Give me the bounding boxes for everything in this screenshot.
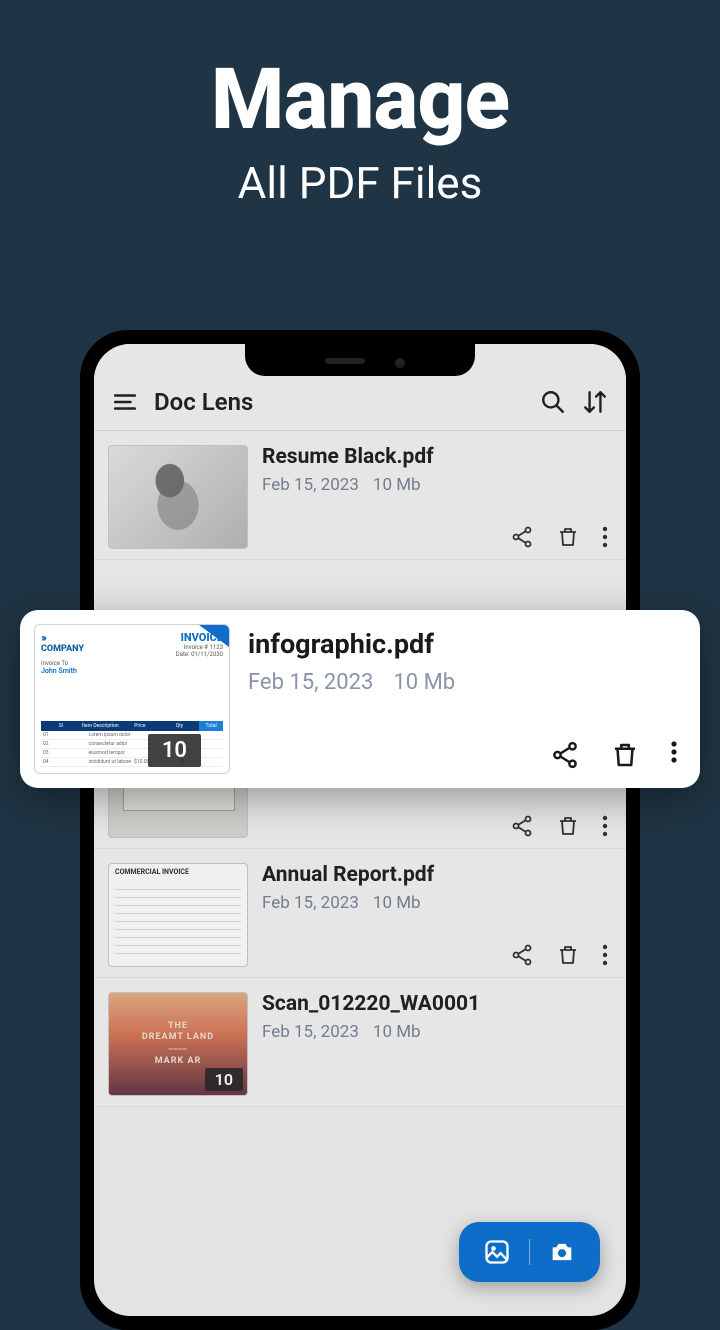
hero-title: Manage bbox=[0, 50, 720, 149]
share-icon[interactable] bbox=[550, 740, 580, 770]
app-title: Doc Lens bbox=[154, 388, 524, 416]
file-thumbnail bbox=[108, 445, 248, 549]
file-date: Feb 15, 2023 bbox=[248, 670, 373, 695]
file-item[interactable]: Resume Black.pdf Feb 15, 2023 10 Mb bbox=[94, 431, 626, 560]
file-name: infographic.pdf bbox=[248, 628, 686, 660]
menu-icon[interactable] bbox=[112, 389, 138, 415]
trash-icon[interactable] bbox=[556, 943, 580, 967]
thumb-text: MARK AR bbox=[142, 1056, 214, 1068]
fab-separator bbox=[529, 1239, 530, 1265]
trash-icon[interactable] bbox=[610, 740, 640, 770]
file-thumbnail: THE DREAMT LAND ━━━━ MARK AR 10 bbox=[108, 992, 248, 1096]
phone-frame: Doc Lens Resume Black.pdf Feb 15, 2023 1… bbox=[80, 330, 640, 1330]
gallery-icon[interactable] bbox=[483, 1238, 511, 1266]
fab-scanner[interactable] bbox=[459, 1222, 600, 1282]
file-item-highlighted[interactable]: COMPANY INVOICE Invoice # 1123 Date: 01/… bbox=[20, 610, 700, 788]
file-date: Feb 15, 2023 bbox=[262, 893, 359, 913]
file-name: Scan_012220_WA0001 bbox=[262, 992, 612, 1016]
phone-notch bbox=[245, 344, 475, 376]
sort-icon[interactable] bbox=[582, 389, 608, 415]
share-icon[interactable] bbox=[510, 943, 534, 967]
page-count-badge: 10 bbox=[148, 734, 201, 767]
search-icon[interactable] bbox=[540, 389, 566, 415]
file-meta: Feb 15, 2023 10 Mb bbox=[262, 1022, 612, 1042]
trash-icon[interactable] bbox=[556, 814, 580, 838]
file-size: 10 Mb bbox=[373, 893, 421, 913]
file-thumbnail bbox=[108, 863, 248, 967]
more-icon[interactable] bbox=[602, 943, 608, 967]
file-date: Feb 15, 2023 bbox=[262, 475, 359, 495]
file-date: Feb 15, 2023 bbox=[262, 1022, 359, 1042]
thumb-company: COMPANY bbox=[41, 631, 84, 654]
share-icon[interactable] bbox=[510, 814, 534, 838]
share-icon[interactable] bbox=[510, 525, 534, 549]
more-icon[interactable] bbox=[602, 525, 608, 549]
thumb-text: DREAMT LAND bbox=[142, 1032, 214, 1044]
hero-banner: Manage All PDF Files bbox=[0, 0, 720, 209]
file-size: 10 Mb bbox=[373, 475, 421, 495]
file-meta: Feb 15, 2023 10 Mb bbox=[262, 893, 612, 913]
camera-icon[interactable] bbox=[548, 1238, 576, 1266]
file-meta: Feb 15, 2023 10 Mb bbox=[262, 475, 612, 495]
file-meta: Feb 15, 2023 10 Mb bbox=[248, 670, 686, 695]
page-count-badge: 10 bbox=[205, 1068, 243, 1091]
file-item[interactable]: Annual Report.pdf Feb 15, 2023 10 Mb bbox=[94, 849, 626, 978]
file-item[interactable]: THE DREAMT LAND ━━━━ MARK AR 10 Scan_012… bbox=[94, 978, 626, 1107]
file-size: 10 Mb bbox=[393, 670, 455, 695]
file-name: Resume Black.pdf bbox=[262, 445, 612, 469]
trash-icon[interactable] bbox=[556, 525, 580, 549]
file-thumbnail: COMPANY INVOICE Invoice # 1123 Date: 01/… bbox=[34, 624, 230, 774]
more-icon[interactable] bbox=[670, 740, 678, 770]
phone-screen: Doc Lens Resume Black.pdf Feb 15, 2023 1… bbox=[94, 344, 626, 1316]
file-name: Annual Report.pdf bbox=[262, 863, 612, 887]
file-size: 10 Mb bbox=[373, 1022, 421, 1042]
hero-subtitle: All PDF Files bbox=[0, 157, 720, 209]
more-icon[interactable] bbox=[602, 814, 608, 838]
thumb-text: THE bbox=[142, 1021, 214, 1033]
